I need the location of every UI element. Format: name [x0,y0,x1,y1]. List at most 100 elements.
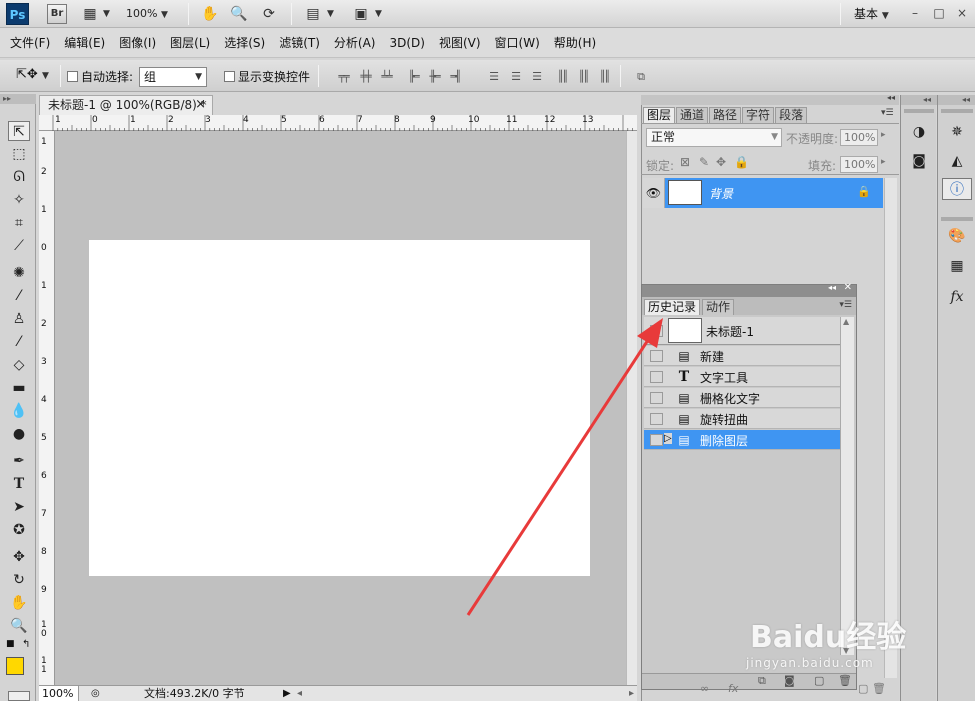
workspace-switcher[interactable]: 基本 ▼ [854,5,900,23]
menu-help[interactable]: 帮助(H) [554,34,604,51]
align-right-icon[interactable]: ═╢ [445,69,465,85]
lock-pixels-icon[interactable]: ✎ [699,155,709,169]
masks-panel-icon[interactable]: ◙ [906,150,932,172]
chevron-down-icon[interactable]: ▼ [327,9,334,19]
hand-tool-icon[interactable]: ✋ [199,4,221,24]
color-panel-icon[interactable]: 🎨 [944,225,970,247]
3d-orbit-tool-icon[interactable]: ↻ [8,570,30,590]
fill-input[interactable]: 100% [840,156,878,173]
blend-mode-select[interactable]: 正常 ▼ [646,128,782,147]
path-selection-tool-icon[interactable]: ➤ [8,497,30,517]
auto-select-checkbox[interactable] [67,71,78,82]
menu-file[interactable]: 文件(F) [10,34,58,51]
gradient-tool-icon[interactable]: ▬ [8,378,30,398]
collapse-panel-icon[interactable]: ◂◂ [887,93,895,102]
rotate-view-icon[interactable]: ⟳ [258,4,280,24]
vertical-scrollbar[interactable] [626,131,637,685]
opacity-input[interactable]: 100% [840,129,878,146]
history-brush-tool-icon[interactable]: ⁄ [8,332,30,352]
tab-actions[interactable]: 动作 [702,299,735,315]
tool-preset-picker[interactable]: ⇱✥ ▼ [16,67,56,85]
menu-analysis[interactable]: 分析(A) [334,34,384,51]
lock-all-icon[interactable]: 🔒 [734,155,749,169]
align-top-icon[interactable]: ╤╤ [333,69,353,85]
menu-3d[interactable]: 3D(D) [389,36,432,50]
show-transform-checkbox[interactable] [224,71,235,82]
history-source-checkbox[interactable] [650,371,663,383]
history-step[interactable]: ▤ 旋转扭曲 [644,409,840,429]
new-icon[interactable]: ▢ [814,674,824,687]
history-source-checkbox[interactable] [650,413,663,425]
magic-wand-tool-icon[interactable]: ✧ [8,190,30,210]
dock-grip[interactable] [941,109,973,113]
restore-button[interactable]: □ [929,4,949,22]
history-step[interactable]: T 文字工具 [644,367,840,387]
close-icon[interactable]: ✕ [844,282,852,293]
default-colors-icon[interactable]: ■ [6,639,15,649]
new-document-from-state-icon[interactable]: ⧉ [758,674,766,688]
opacity-slider-icon[interactable]: ▸ [881,130,886,140]
blur-tool-icon[interactable]: 💧 [8,401,30,421]
trash-icon[interactable]: 🗑 [872,682,886,695]
menu-view[interactable]: 视图(V) [439,34,489,51]
bridge-button[interactable]: Br [47,4,67,24]
collapse-panel-icon[interactable]: ◂◂ [828,283,836,292]
adjustments-panel-icon[interactable]: ◑ [906,121,932,143]
crop-tool-icon[interactable]: ⌗ [8,213,30,233]
zoom-level-select[interactable]: 100% ▼ [126,5,178,23]
tab-channels[interactable]: 通道 [676,107,709,123]
lasso-tool-icon[interactable]: ᘏ [8,167,30,187]
swatches-panel-icon[interactable]: ▦ [944,255,970,277]
quick-mask-icon[interactable] [8,691,30,701]
distribute-hcenter-icon[interactable]: ║║ [573,69,593,85]
align-vcenter-icon[interactable]: ╪╪ [355,69,375,85]
foreground-color-swatch[interactable] [6,657,24,675]
fill-slider-icon[interactable]: ▸ [881,157,886,167]
menu-select[interactable]: 选择(S) [224,34,273,51]
history-source-checkbox[interactable] [650,325,663,337]
screen-mode-icon[interactable]: ▣ [350,4,372,24]
view-extras-icon[interactable]: ▦ [79,4,101,24]
history-scrollbar[interactable]: ▲ ▼ [840,317,854,655]
distribute-vcenter-icon[interactable]: ☰ [505,69,525,85]
tab-character[interactable]: 字符 [742,107,775,123]
panel-menu-icon[interactable]: ▾☰ [881,108,894,118]
pen-tool-icon[interactable]: ✒ [8,451,30,471]
scroll-left-icon[interactable]: ◂ [297,686,302,701]
close-icon[interactable]: × [195,96,206,114]
lock-transparency-icon[interactable]: ⊠ [680,155,690,169]
brush-tool-icon[interactable]: ⁄ [8,286,30,306]
dock-grip[interactable] [941,217,973,221]
expand-dock-icon[interactable]: ◂◂ [901,95,937,105]
trash-icon[interactable]: 🗑 [838,674,852,687]
distribute-top-icon[interactable]: ☰ [483,69,503,85]
zoom-tool-icon[interactable]: 🔍 [8,616,30,636]
status-options-icon[interactable]: ◎ [91,686,100,701]
swap-colors-icon[interactable]: ↰ [22,639,30,650]
tab-paragraph[interactable]: 段落 [775,107,808,123]
history-source-checkbox[interactable] [650,434,663,446]
scroll-right-icon[interactable]: ▸ [629,686,634,701]
arrange-documents-icon[interactable]: ▤ [302,4,324,24]
menu-window[interactable]: 窗口(W) [495,34,548,51]
distribute-left-icon[interactable]: ║║ [552,69,572,85]
history-source-checkbox[interactable] [650,392,663,404]
create-snapshot-icon[interactable]: ◙ [784,674,795,687]
menu-layer[interactable]: 图层(L) [170,34,218,51]
document-canvas[interactable] [89,240,590,576]
clone-stamp-tool-icon[interactable]: ♙ [8,309,30,329]
eyedropper-tool-icon[interactable]: ⟋ [8,236,30,256]
layers-scrollbar[interactable] [884,178,897,678]
panel-menu-icon[interactable]: ▾☰ [839,300,852,310]
auto-select-target-select[interactable]: 组 ▼ [139,67,207,87]
align-hcenter-icon[interactable]: ╫═ [424,69,444,85]
healing-brush-tool-icon[interactable]: ✺ [8,263,30,283]
styles-panel-icon[interactable]: fx [944,286,970,308]
zoom-field[interactable]: 100% [39,686,79,701]
tab-history[interactable]: 历史记录 [644,299,701,315]
status-menu-icon[interactable]: ▶ [283,686,291,701]
expand-dock-icon[interactable]: ◂◂ [938,95,975,105]
chevron-down-icon[interactable]: ▼ [375,9,382,19]
distribute-bottom-icon[interactable]: ☰ [526,69,546,85]
link-layers-icon[interactable]: ∞ [700,682,709,695]
